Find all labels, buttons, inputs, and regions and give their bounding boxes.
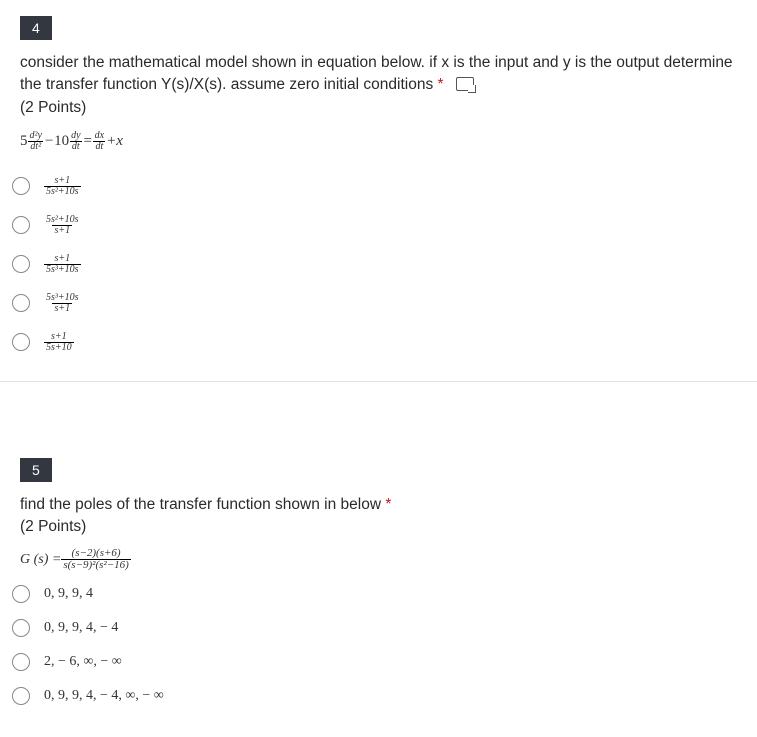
question-number-4: 4 [20, 16, 52, 40]
q4-option-3[interactable]: s+15s³+10s [6, 246, 757, 283]
opt-den: s+1 [52, 303, 72, 314]
q5-option-2-label: 0, 9, 9, 4, − 4 [44, 620, 118, 636]
eq-tail: x [116, 133, 123, 150]
question-4-text: consider the mathematical model shown in… [20, 54, 733, 93]
opt-num: s+1 [52, 254, 72, 264]
eq-coef1: 5 [20, 133, 28, 150]
eq-op1: − [44, 133, 54, 150]
question-5-points: (2 Points) [20, 518, 737, 536]
question-5-equation: G (s) = (s−2)(s+6) s(s−9)²(s²−16) [20, 548, 737, 571]
radio-icon [12, 687, 30, 705]
q5-option-1-label: 0, 9, 9, 4 [44, 586, 93, 602]
required-star: * [438, 76, 444, 93]
q4-option-4[interactable]: 5s³+10ss+1 [6, 285, 757, 322]
question-4-inner: 4 consider the mathematical model shown … [0, 0, 757, 152]
required-star: * [385, 496, 391, 513]
radio-icon [12, 333, 30, 351]
question-5-text-row: find the poles of the transfer function … [20, 494, 737, 516]
q5-option-2[interactable]: 0, 9, 9, 4, − 4 [6, 613, 757, 643]
opt-num: 5s³+10s [44, 293, 81, 303]
q5-option-3-label: 2, − 6, ∞, − ∞ [44, 654, 122, 670]
question-5-block: 5 find the poles of the transfer functio… [0, 442, 757, 733]
radio-icon [12, 177, 30, 195]
immersive-reader-icon[interactable] [456, 77, 474, 91]
gs-frac: (s−2)(s+6) s(s−9)²(s²−16) [61, 548, 130, 571]
question-number-5: 5 [20, 458, 52, 482]
q5-option-1[interactable]: 0, 9, 9, 4 [6, 579, 757, 609]
eq-frac1: d²y dt² [28, 131, 44, 152]
radio-icon [12, 585, 30, 603]
q4-option-5[interactable]: s+15s+10 [6, 324, 757, 361]
opt-num: s+1 [52, 176, 72, 186]
q4-option-1[interactable]: s+15s²+10s [6, 168, 757, 205]
eq-frac2-num: dy [69, 131, 82, 141]
q4-option-5-math: s+15s+10 [44, 332, 74, 353]
q4-option-4-math: 5s³+10ss+1 [44, 293, 81, 314]
question-5-text: find the poles of the transfer function … [20, 496, 381, 513]
q5-option-3[interactable]: 2, − 6, ∞, − ∞ [6, 647, 757, 677]
question-4-options: s+15s²+10s 5s²+10ss+1 s+15s³+10s 5s³+10s… [0, 162, 757, 361]
radio-icon [12, 619, 30, 637]
opt-den: 5s²+10s [44, 186, 81, 197]
radio-icon [12, 255, 30, 273]
question-4-block: 4 consider the mathematical model shown … [0, 0, 757, 382]
question-5-options: 0, 9, 9, 4 0, 9, 9, 4, − 4 2, − 6, ∞, − … [0, 571, 757, 711]
eq-coef2: 10 [54, 133, 69, 150]
q4-option-2[interactable]: 5s²+10ss+1 [6, 207, 757, 244]
opt-num: 5s²+10s [44, 215, 81, 225]
opt-den: s+1 [52, 225, 72, 236]
eq-frac3-num: dx [93, 131, 106, 141]
question-4-equation: 5 d²y dt² − 10 dy dt = dx dt + x [20, 131, 737, 152]
question-4-points: (2 Points) [20, 99, 737, 117]
q4-option-1-math: s+15s²+10s [44, 176, 81, 197]
q4-option-3-math: s+15s³+10s [44, 254, 81, 275]
q5-option-4-label: 0, 9, 9, 4, − 4, ∞, − ∞ [44, 688, 164, 704]
opt-num: s+1 [49, 332, 69, 342]
gs-lhs: G (s) = [20, 552, 61, 568]
eq-op3: + [106, 133, 116, 150]
q4-option-2-math: 5s²+10ss+1 [44, 215, 81, 236]
q5-option-4[interactable]: 0, 9, 9, 4, − 4, ∞, − ∞ [6, 681, 757, 711]
eq-frac1-num: d²y [28, 131, 44, 141]
eq-frac2: dy dt [69, 131, 82, 152]
eq-frac3-den: dt [93, 141, 105, 152]
eq-frac2-den: dt [70, 141, 82, 152]
eq-frac1-den: dt² [28, 141, 43, 152]
eq-frac3: dx dt [93, 131, 106, 152]
eq-op2: = [83, 133, 93, 150]
opt-den: 5s³+10s [44, 264, 81, 275]
question-5-inner: 5 find the poles of the transfer functio… [0, 442, 757, 571]
question-4-text-row: consider the mathematical model shown in… [20, 52, 737, 97]
gs-num: (s−2)(s+6) [70, 548, 123, 559]
radio-icon [12, 653, 30, 671]
gs-den: s(s−9)²(s²−16) [61, 559, 130, 571]
spacer [0, 382, 757, 442]
radio-icon [12, 294, 30, 312]
opt-den: 5s+10 [44, 342, 74, 353]
radio-icon [12, 216, 30, 234]
